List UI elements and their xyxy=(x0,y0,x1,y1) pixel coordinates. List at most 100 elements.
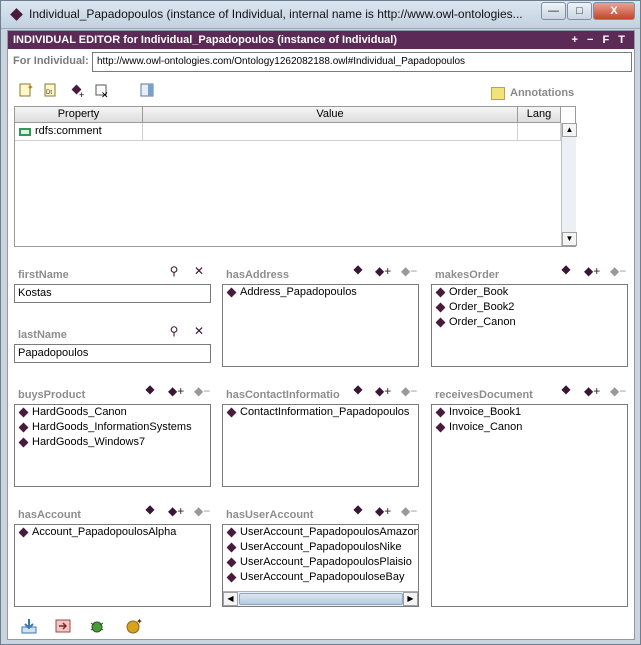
list-item[interactable]: Account_PapadopoulosAlpha xyxy=(15,525,210,540)
hasuseraccount-create-icon[interactable]: ◆ xyxy=(350,502,366,516)
receivesdocument-remove-icon[interactable]: ◆− xyxy=(610,384,626,398)
hasuseraccount-scrollbar[interactable]: ◀ ▶ xyxy=(223,591,418,606)
scroll-right-icon[interactable]: ▶ xyxy=(403,592,418,606)
individual-icon xyxy=(435,317,446,328)
firstname-clear-icon[interactable]: ✕ xyxy=(191,264,207,278)
list-item[interactable]: Invoice_Book1 xyxy=(432,405,627,420)
hasaddress-add-icon[interactable]: ◆+ xyxy=(375,264,391,278)
scroll-down-icon[interactable]: ▼ xyxy=(562,232,577,246)
svg-text:✦: ✦ xyxy=(27,83,34,92)
buysproduct-remove-icon[interactable]: ◆− xyxy=(194,384,210,398)
column-header-value[interactable]: Value xyxy=(143,107,518,123)
view-annotation-icon[interactable] xyxy=(139,82,155,98)
list-item[interactable]: UserAccount_PapadopoulosAmazon xyxy=(223,525,418,540)
buysproduct-add-icon[interactable]: ◆+ xyxy=(168,384,184,398)
hasaddress-remove-icon[interactable]: ◆− xyxy=(401,264,417,278)
annotations-label: Annotations xyxy=(510,87,575,99)
list-item[interactable]: UserAccount_PapadopouloseBay xyxy=(223,570,418,585)
header-actions[interactable]: + − F T xyxy=(572,31,628,49)
makesorder-title: makesOrder xyxy=(435,269,500,281)
individual-icon xyxy=(435,287,446,298)
receivesdocument-add-icon[interactable]: ◆+ xyxy=(584,384,600,398)
add-resource-icon[interactable]: + xyxy=(70,83,86,100)
lastname-search-icon[interactable]: ⚲ xyxy=(166,324,182,338)
create-annotation-icon[interactable]: ✦ xyxy=(18,82,34,98)
list-item[interactable]: Order_Book xyxy=(432,285,627,300)
svg-text:Dt: Dt xyxy=(46,90,52,96)
individual-icon xyxy=(435,407,446,418)
individual-icon xyxy=(18,422,29,433)
makesorder-add-icon[interactable]: ◆+ xyxy=(584,264,600,278)
individual-icon xyxy=(226,287,237,298)
makesorder-create-icon[interactable]: ◆ xyxy=(558,262,574,276)
list-item[interactable]: Address_Papadopoulos xyxy=(223,285,418,300)
receivesdocument-list[interactable]: Invoice_Book1 Invoice_Canon xyxy=(431,404,628,607)
scroll-thumb[interactable] xyxy=(239,593,403,605)
individual-window: Individual_Papadopoulos (instance of Ind… xyxy=(0,0,641,645)
list-item[interactable]: Invoice_Canon xyxy=(432,420,627,435)
svg-text:✦: ✦ xyxy=(136,617,143,626)
individual-icon xyxy=(226,557,237,568)
import-icon[interactable] xyxy=(20,617,38,635)
annotation-value-cell[interactable] xyxy=(143,123,518,141)
delete-annotation-icon[interactable]: ✕ xyxy=(94,83,110,100)
buysproduct-create-icon[interactable]: ◆ xyxy=(142,382,158,396)
individual-icon xyxy=(18,527,29,538)
buysproduct-list[interactable]: HardGoods_Canon HardGoods_InformationSys… xyxy=(14,404,211,487)
maximize-button[interactable]: □ xyxy=(567,2,592,20)
receivesdocument-create-icon[interactable]: ◆ xyxy=(558,382,574,396)
firstname-search-icon[interactable]: ⚲ xyxy=(166,264,182,278)
list-item[interactable]: HardGoods_Windows7 xyxy=(15,435,210,450)
hasaccount-remove-icon[interactable]: ◆− xyxy=(194,504,210,518)
svg-text:✕: ✕ xyxy=(101,90,109,99)
annotation-property-name: rdfs:comment xyxy=(35,125,102,137)
hascontactinformation-create-icon[interactable]: ◆ xyxy=(350,382,366,396)
individual-icon xyxy=(226,527,237,538)
lastname-field[interactable]: Papadopoulos xyxy=(14,344,211,363)
hasaccount-create-icon[interactable]: ◆ xyxy=(142,502,158,516)
list-item[interactable]: Order_Canon xyxy=(432,315,627,330)
list-item[interactable]: HardGoods_InformationSystems xyxy=(15,420,210,435)
hascontactinformation-add-icon[interactable]: ◆+ xyxy=(375,384,391,398)
hascontactinformation-remove-icon[interactable]: ◆− xyxy=(401,384,417,398)
hascontactinformation-list[interactable]: ContactInformation_Papadopoulos xyxy=(222,404,419,487)
create-datatype-annotation-icon[interactable]: Dt xyxy=(43,82,59,98)
hasuseraccount-add-icon[interactable]: ◆+ xyxy=(375,504,391,518)
list-item[interactable]: HardGoods_Canon xyxy=(15,405,210,420)
receivesdocument-title: receivesDocument xyxy=(435,389,533,401)
firstname-field[interactable]: Kostas xyxy=(14,284,211,303)
list-item[interactable]: UserAccount_PapadopoulosPlaisio xyxy=(223,555,418,570)
scroll-left-icon[interactable]: ◀ xyxy=(223,592,238,606)
hasaccount-add-icon[interactable]: ◆+ xyxy=(168,504,184,518)
column-header-property[interactable]: Property xyxy=(15,107,143,123)
annotation-lang-cell[interactable] xyxy=(518,123,561,141)
makesorder-list[interactable]: Order_Book Order_Book2 Order_Canon xyxy=(431,284,628,367)
makesorder-remove-icon[interactable]: ◆− xyxy=(610,264,626,278)
scroll-up-icon[interactable]: ▲ xyxy=(562,123,577,137)
hasaddress-list[interactable]: Address_Papadopoulos xyxy=(222,284,419,367)
annotation-property-cell[interactable]: rdfs:comment xyxy=(15,123,143,141)
show-references-icon[interactable] xyxy=(54,617,72,635)
editor-header: INDIVIDUAL EDITOR for Individual_Papadop… xyxy=(8,31,634,49)
hasaddress-create-icon[interactable]: ◆ xyxy=(350,262,366,276)
column-header-lang[interactable]: Lang xyxy=(518,107,561,123)
hasuseraccount-list[interactable]: UserAccount_PapadopoulosAmazon UserAccou… xyxy=(222,524,419,607)
title-bar[interactable]: Individual_Papadopoulos (instance of Ind… xyxy=(1,1,640,29)
debug-icon[interactable] xyxy=(88,617,106,635)
annotation-property-icon xyxy=(19,128,31,136)
list-item[interactable]: ContactInformation_Papadopoulos xyxy=(223,405,418,420)
annotations-scrollbar[interactable]: ▲ ▼ xyxy=(561,123,577,246)
hasaccount-list[interactable]: Account_PapadopoulosAlpha xyxy=(14,524,211,607)
minimize-button[interactable]: — xyxy=(541,2,566,20)
hasuseraccount-remove-icon[interactable]: ◆− xyxy=(401,504,417,518)
create-instance-icon[interactable]: ✦ xyxy=(125,617,143,635)
list-item[interactable]: Order_Book2 xyxy=(432,300,627,315)
hascontactinformation-title: hasContactInformatio xyxy=(226,389,340,401)
list-item[interactable]: UserAccount_PapadopoulosNike xyxy=(223,540,418,555)
individual-uri-field[interactable]: http://www.owl-ontologies.com/Ontology12… xyxy=(92,52,632,72)
individual-icon xyxy=(18,437,29,448)
for-individual-label: For Individual: xyxy=(13,55,89,67)
close-button[interactable]: X xyxy=(593,2,635,20)
hasuseraccount-title: hasUserAccount xyxy=(226,509,314,521)
lastname-clear-icon[interactable]: ✕ xyxy=(191,324,207,338)
